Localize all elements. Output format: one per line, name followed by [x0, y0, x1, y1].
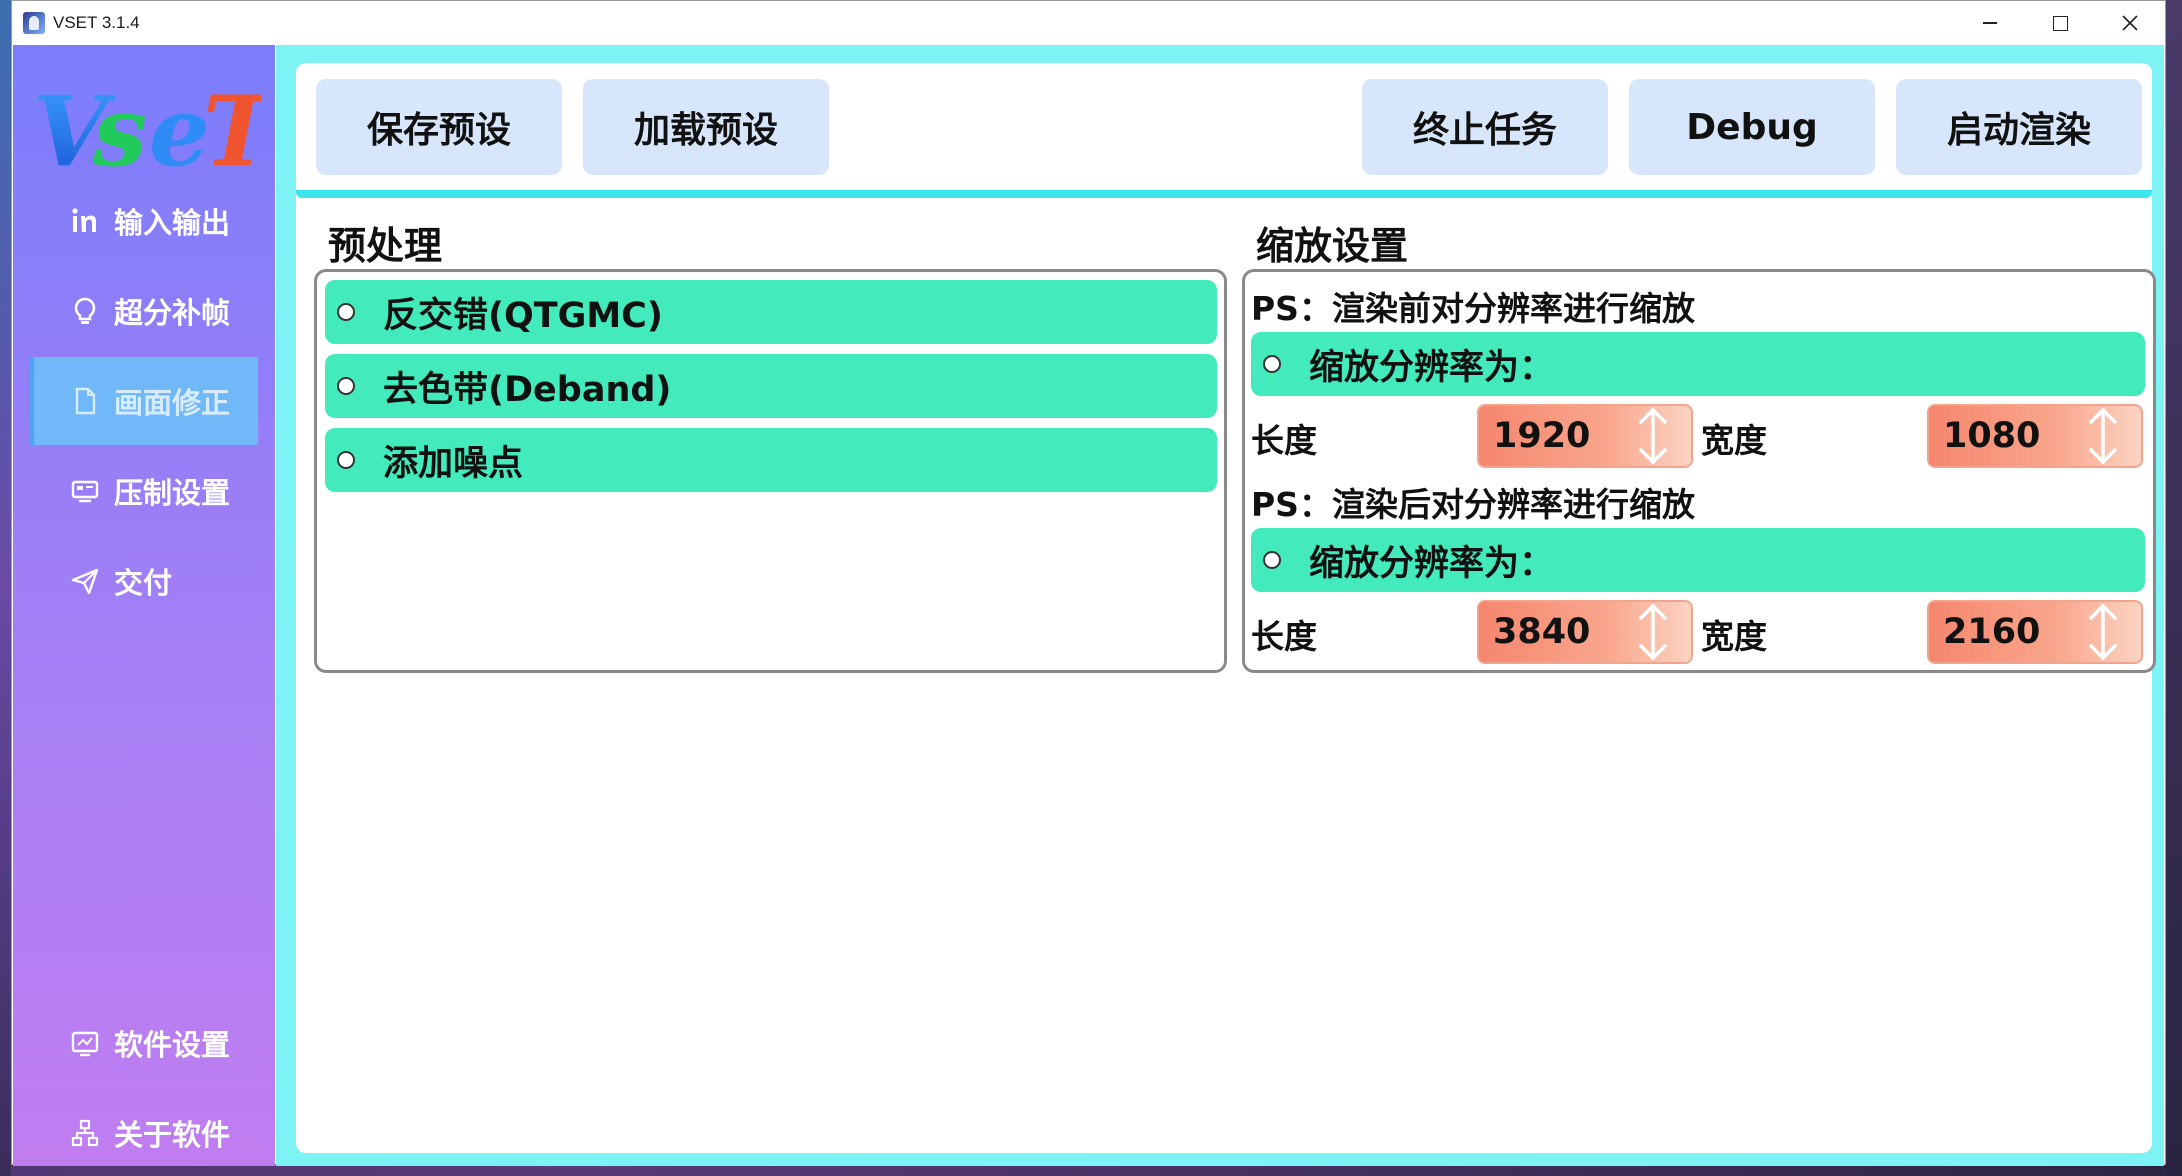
radio-button[interactable] — [1263, 551, 1281, 569]
title-bar: VSET 3.1.4 — [12, 1, 2165, 45]
sidebar-item-about[interactable]: 关于软件 — [30, 1089, 258, 1176]
sitemap-icon — [70, 1118, 100, 1148]
sidebar-item-label: 关于软件 — [114, 1118, 231, 1152]
length-value[interactable]: 1920 — [1493, 416, 1633, 456]
preprocess-panel: 反交错(QTGMC) 去色带(Deband) 添加噪点 — [314, 269, 1227, 673]
linkedin-icon — [70, 206, 100, 236]
scale-after-note: PS：渲染后对分辨率进行缩放 — [1251, 485, 1695, 524]
option-scale-after[interactable]: 缩放分辨率为： — [1251, 528, 2145, 592]
length-label: 长度 — [1251, 421, 1317, 460]
window-controls — [1955, 1, 2165, 45]
width-label: 宽度 — [1701, 421, 1767, 460]
bulb-icon — [70, 296, 100, 326]
length-label: 长度 — [1251, 617, 1317, 656]
device-icon — [70, 476, 100, 506]
desktop-background-left — [0, 0, 11, 1176]
save-preset-button[interactable]: 保存预设 — [316, 79, 562, 175]
monitor-chart-icon — [70, 1028, 100, 1058]
option-label: 缩放分辨率为： — [1309, 347, 1555, 388]
maximize-button[interactable] — [2025, 1, 2095, 45]
sidebar-item-input-output[interactable]: 输入输出 — [30, 177, 258, 265]
width-spinbox[interactable]: 1080 — [1927, 404, 2143, 468]
scale-panel: PS：渲染前对分辨率进行缩放 缩放分辨率为： 长度 1920 宽度 1080 P… — [1242, 269, 2156, 673]
scale-title: 缩放设置 — [1256, 224, 1409, 268]
sidebar-item-encode-settings[interactable]: 压制设置 — [30, 447, 258, 535]
up-down-arrow-icon[interactable] — [1633, 406, 1673, 466]
option-label: 去色带(Deband) — [383, 369, 672, 410]
window-title: VSET 3.1.4 — [53, 13, 140, 32]
svg-text:s: s — [92, 75, 147, 183]
send-icon — [70, 566, 100, 596]
desktop-background-right — [2166, 0, 2182, 1176]
sidebar-item-image-correction[interactable]: 画面修正 — [30, 357, 258, 445]
radio-button[interactable] — [337, 451, 355, 469]
sidebar-item-deliver[interactable]: 交付 — [30, 537, 258, 625]
preprocess-title: 预处理 — [328, 224, 443, 268]
minimize-button[interactable] — [1955, 1, 2025, 45]
sidebar-item-label: 压制设置 — [114, 476, 231, 510]
sidebar-item-label: 输入输出 — [114, 206, 231, 240]
option-add-noise[interactable]: 添加噪点 — [325, 428, 1217, 492]
start-render-button[interactable]: 启动渲染 — [1896, 79, 2142, 175]
app-icon — [23, 12, 45, 34]
length-spinbox[interactable]: 1920 — [1477, 404, 1693, 468]
option-scale-before[interactable]: 缩放分辨率为： — [1251, 332, 2145, 396]
svg-text:T: T — [203, 75, 261, 183]
option-label: 添加噪点 — [383, 443, 524, 484]
up-down-arrow-icon[interactable] — [2083, 406, 2123, 466]
document-icon — [70, 386, 100, 416]
sidebar-item-label: 画面修正 — [114, 386, 231, 420]
sidebar-item-super-resolution[interactable]: 超分补帧 — [30, 267, 258, 355]
width-spinbox[interactable]: 2160 — [1927, 600, 2143, 664]
sidebar-item-label: 交付 — [114, 566, 173, 600]
width-value[interactable]: 1080 — [1943, 416, 2083, 456]
length-spinbox[interactable]: 3840 — [1477, 600, 1693, 664]
close-button[interactable] — [2095, 1, 2165, 45]
app-logo: V s e T — [33, 75, 261, 183]
width-value[interactable]: 2160 — [1943, 612, 2083, 652]
option-label: 缩放分辨率为： — [1309, 543, 1555, 584]
option-deinterlace[interactable]: 反交错(QTGMC) — [325, 280, 1217, 344]
stop-task-button[interactable]: 终止任务 — [1362, 79, 1608, 175]
up-down-arrow-icon[interactable] — [1633, 602, 1673, 662]
main-frame: 保存预设 加载预设 终止任务 Debug 启动渲染 预处理 反交错(QTGMC)… — [276, 45, 2164, 1166]
radio-button[interactable] — [1263, 355, 1281, 373]
scale-before-note: PS：渲染前对分辨率进行缩放 — [1251, 289, 1695, 328]
close-icon — [2122, 15, 2138, 31]
sidebar-item-label: 软件设置 — [114, 1028, 231, 1062]
radio-button[interactable] — [337, 303, 355, 321]
sidebar: V s e T 输入输出 超分补帧 画面修正 压制 — [13, 45, 275, 1166]
load-preset-button[interactable]: 加载预设 — [583, 79, 829, 175]
width-label: 宽度 — [1701, 617, 1767, 656]
option-deband[interactable]: 去色带(Deband) — [325, 354, 1217, 418]
radio-button[interactable] — [337, 377, 355, 395]
sidebar-item-software-settings[interactable]: 软件设置 — [30, 999, 258, 1087]
length-value[interactable]: 3840 — [1493, 612, 1633, 652]
debug-button[interactable]: Debug — [1629, 79, 1875, 175]
option-label: 反交错(QTGMC) — [383, 295, 663, 336]
toolbar: 保存预设 加载预设 终止任务 Debug 启动渲染 — [296, 63, 2152, 198]
sidebar-item-label: 超分补帧 — [114, 296, 231, 330]
svg-text:e: e — [149, 75, 210, 183]
up-down-arrow-icon[interactable] — [2083, 602, 2123, 662]
app-window: VSET 3.1.4 V s e T — [11, 0, 2166, 1166]
main-content: 保存预设 加载预设 终止任务 Debug 启动渲染 预处理 反交错(QTGMC)… — [296, 63, 2156, 1153]
